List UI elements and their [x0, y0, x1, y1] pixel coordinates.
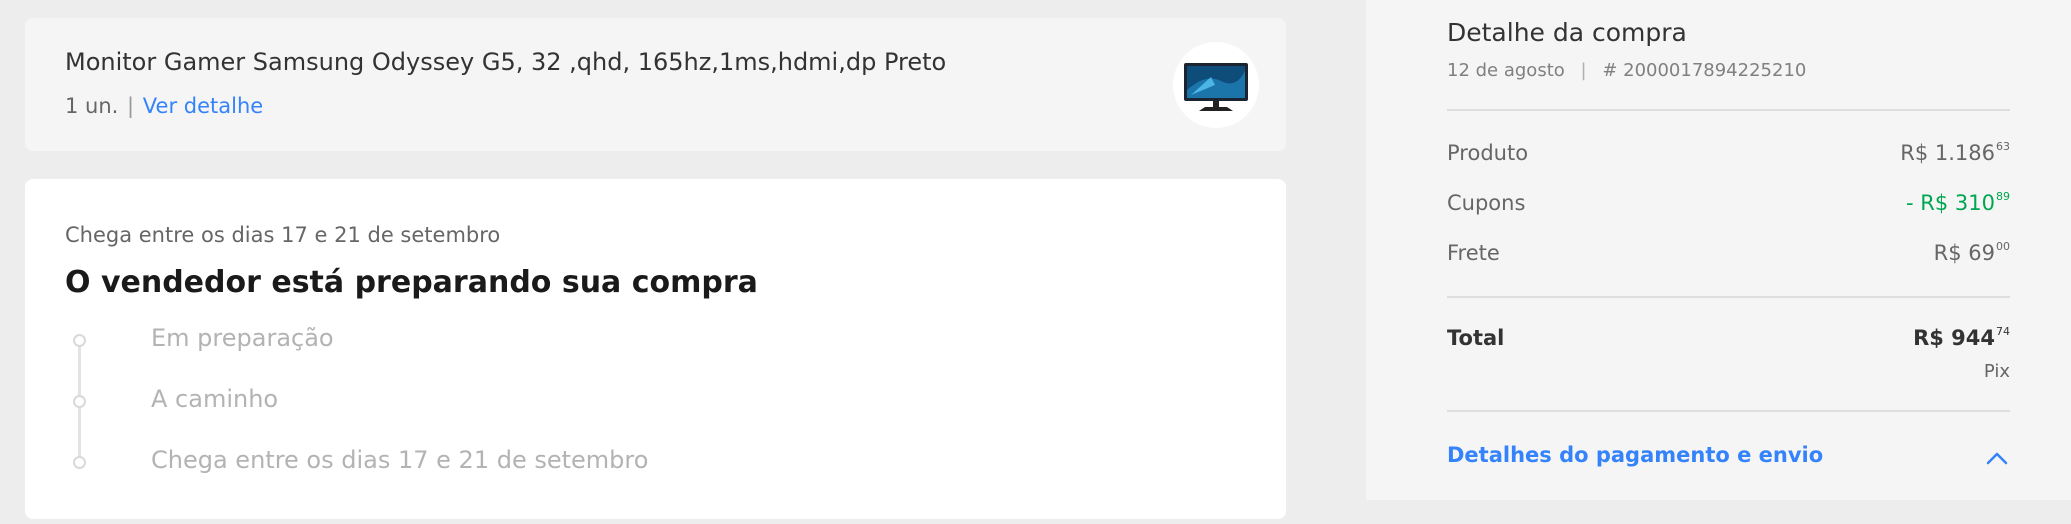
timeline-dot [73, 456, 86, 469]
timeline-dot [73, 334, 86, 347]
shipping-row-value: R$ 6900 [1933, 240, 2010, 265]
shipment-status-card: Chega entre os dias 17 e 21 de setembro … [25, 179, 1286, 519]
timeline-step: Em preparação [151, 324, 334, 352]
product-thumbnail[interactable] [1173, 42, 1259, 128]
main-column: Monitor Gamer Samsung Odyssey G5, 32 ,qh… [0, 0, 1366, 519]
order-info: 12 de agosto | # 2000017894225210 [1447, 60, 1806, 81]
product-row-value: R$ 1.18663 [1900, 140, 2010, 165]
divider [1447, 296, 2010, 298]
shipment-timeline: Em preparação A caminho Chega entre os d… [65, 324, 865, 524]
coupons-row-label: Cupons [1447, 191, 1526, 215]
coupons-row-value: - R$ 31089 [1906, 190, 2010, 215]
view-detail-link[interactable]: Ver detalhe [143, 94, 263, 118]
product-card: Monitor Gamer Samsung Odyssey G5, 32 ,qh… [25, 18, 1286, 151]
monitor-icon [1184, 63, 1248, 111]
divider [1447, 109, 2010, 111]
timeline-dot [73, 395, 86, 408]
status-title: O vendedor está preparando sua compra [65, 265, 758, 300]
timeline-step: A caminho [151, 385, 279, 413]
order-number: # 2000017894225210 [1602, 60, 1807, 81]
timeline-step: Chega entre os dias 17 e 21 de setembro [151, 446, 649, 474]
divider [1447, 410, 2010, 412]
order-info-separator: | [1580, 60, 1587, 81]
chevron-up-icon[interactable] [1985, 448, 2009, 468]
total-value: R$ 94474 [1913, 325, 2010, 350]
summary-title: Detalhe da compra [1447, 18, 1687, 47]
product-row-label: Produto [1447, 141, 1529, 165]
shipping-row-label: Frete [1447, 241, 1500, 265]
purchase-date: 12 de agosto [1447, 60, 1565, 81]
payment-shipping-details-link[interactable]: Detalhes do pagamento e envio [1447, 443, 1823, 467]
product-meta: 1 un. | Ver detalhe [65, 94, 263, 118]
payment-method: Pix [1983, 361, 2010, 382]
product-meta-separator: | [127, 94, 135, 118]
purchase-summary-sidebar: Detalhe da compra 12 de agosto | # 20000… [1366, 0, 2071, 500]
total-label: Total [1447, 326, 1505, 350]
product-title[interactable]: Monitor Gamer Samsung Odyssey G5, 32 ,qh… [65, 48, 946, 76]
product-quantity: 1 un. [65, 94, 119, 118]
arrival-estimate: Chega entre os dias 17 e 21 de setembro [65, 223, 501, 247]
